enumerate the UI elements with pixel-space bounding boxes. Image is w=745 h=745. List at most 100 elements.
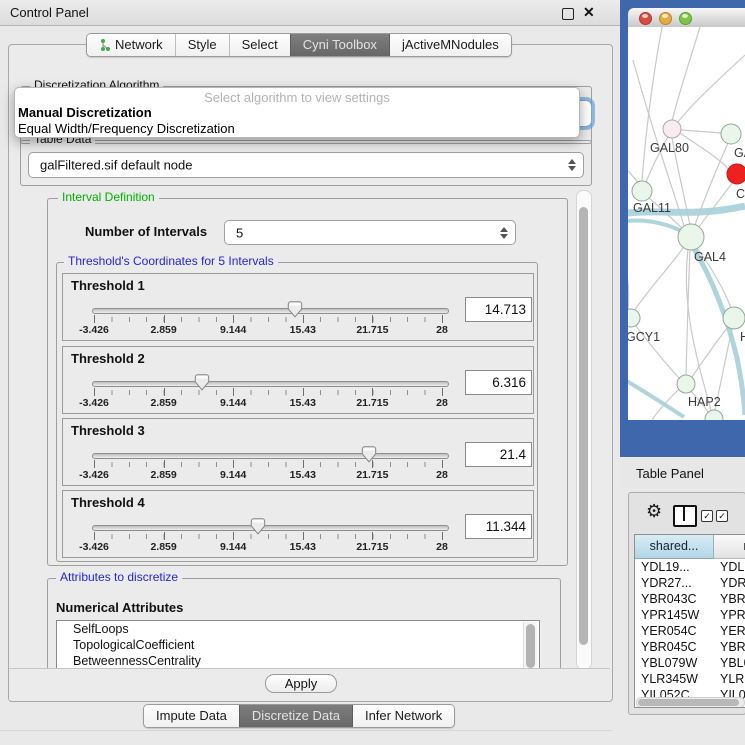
apply-button[interactable]: Apply: [265, 674, 337, 693]
threshold-label: Threshold 1: [71, 278, 145, 293]
tab-network[interactable]: Network: [87, 34, 175, 56]
threshold-value-field[interactable]: 21.4: [465, 442, 532, 467]
slider-thumb[interactable]: [361, 446, 377, 463]
network-node-c[interactable]: [727, 164, 745, 184]
network-canvas[interactable]: GAL80GACGAL11GAL4GCY1HHAP2: [628, 27, 745, 420]
slider-tick-label: 28: [412, 397, 472, 409]
network-window-titlebar[interactable]: [628, 8, 745, 28]
attributes-list-scrollbar-thumb[interactable]: [526, 624, 535, 668]
close-icon[interactable]: ✕: [583, 4, 595, 21]
table-row[interactable]: YBR043CYBR0: [635, 591, 745, 607]
minimize-traffic-light[interactable]: [659, 12, 672, 25]
network-edge: [628, 247, 629, 310]
tab-impute-data[interactable]: Impute Data: [144, 705, 239, 727]
network-node-hap2[interactable]: [677, 375, 695, 393]
threshold-panel-2: Threshold 2-3.4262.8599.14415.4321.71528…: [62, 346, 534, 414]
table-panel-header: Table Panel: [620, 458, 745, 488]
table-row[interactable]: YER054CYER0: [635, 623, 745, 639]
slider-track[interactable]: [92, 453, 449, 459]
cell-shared-name: YER054C: [641, 623, 697, 639]
slider-thumb[interactable]: [194, 374, 210, 391]
table-row[interactable]: YBR045CYBR0: [635, 639, 745, 655]
slider-track[interactable]: [92, 381, 449, 387]
threshold-value-field[interactable]: 11.344: [465, 514, 532, 539]
slider-tick-label: 15.43: [273, 541, 333, 553]
table-row[interactable]: YDL19...YDL1: [635, 559, 745, 575]
table-row[interactable]: YDR27...YDR2: [635, 575, 745, 591]
slider-tick-label: 28: [412, 324, 472, 336]
attribute-item-selfloops[interactable]: SelfLoops: [57, 621, 539, 637]
slider-track[interactable]: [92, 525, 449, 531]
dropdown-option-manual[interactable]: Manual Discretization: [18, 105, 152, 120]
table-data-combobox[interactable]: galFiltered.sif default node: [28, 152, 584, 178]
checkbox-checked-icon[interactable]: ✓: [701, 510, 713, 522]
attribute-item-betweennesscentrality[interactable]: BetweennessCentrality: [57, 653, 539, 669]
slider-tick-label: 2.859: [134, 397, 194, 409]
gear-icon[interactable]: ⚙: [646, 502, 662, 520]
zoom-traffic-light[interactable]: [679, 12, 692, 25]
tab-label: Cyni Toolbox: [303, 37, 377, 52]
table-row[interactable]: YPR145WYPR1: [635, 607, 745, 623]
network-node-gcy1[interactable]: [628, 309, 640, 327]
slider-major-tick: [94, 460, 95, 468]
slider-major-tick: [94, 532, 95, 540]
tab-label: Select: [242, 37, 278, 52]
column-header-name[interactable]: name: [714, 535, 745, 559]
network-edge-thick: [628, 377, 684, 417]
slider-major-tick: [94, 315, 95, 323]
slider-track[interactable]: [92, 308, 449, 314]
tab-select[interactable]: Select: [229, 34, 290, 56]
threshold-panel-4: Threshold 4-3.4262.8599.14415.4321.71528…: [62, 490, 534, 558]
threshold-panel-3: Threshold 3-3.4262.8599.14415.4321.71528…: [62, 418, 534, 486]
column-header-shared-name[interactable]: shared...: [635, 535, 714, 559]
tab-style[interactable]: Style: [175, 34, 229, 56]
attribute-item-topologicalcoefficient[interactable]: TopologicalCoefficient: [57, 637, 539, 653]
network-node-gal80[interactable]: [663, 120, 681, 138]
threshold-value-field[interactable]: 6.316: [465, 370, 532, 395]
slider-thumb[interactable]: [287, 301, 303, 318]
split-columns-icon[interactable]: [673, 505, 697, 527]
table-row[interactable]: YLR345WYLR3: [635, 671, 745, 687]
network-node-gal11[interactable]: [632, 181, 652, 201]
num-intervals-combobox[interactable]: 5: [224, 220, 516, 245]
tab-jactivemnodules[interactable]: jActiveMNodules: [389, 34, 511, 56]
tab-cyni-toolbox[interactable]: Cyni Toolbox: [290, 34, 389, 56]
slider-tick-label: 28: [412, 469, 472, 481]
cell-name: YPR1: [720, 607, 745, 623]
network-node-ga[interactable]: [721, 124, 741, 144]
table-hscrollbar-thumb[interactable]: [638, 699, 739, 706]
slider-tick-label: 9.144: [203, 397, 263, 409]
network-node-gal4[interactable]: [678, 224, 704, 250]
tab-infer-network[interactable]: Infer Network: [352, 705, 454, 727]
numerical-attributes-list[interactable]: SelfLoopsTopologicalCoefficientBetweenne…: [56, 620, 540, 675]
attributes-list-scrollbar[interactable]: [523, 622, 537, 672]
network-node-h[interactable]: [723, 307, 745, 329]
settings-scrollbar-thumb[interactable]: [579, 207, 588, 645]
tab-label: Discretize Data: [252, 708, 340, 723]
cell-name: YLR3: [720, 671, 745, 687]
table-hscrollbar[interactable]: [636, 697, 745, 708]
slider-major-tick: [233, 460, 234, 468]
float-window-icon[interactable]: [562, 8, 574, 20]
table-panel: ⚙ ✓ ✓ shared... name YDL19...YDL1YDR27..…: [628, 492, 745, 715]
slider-major-tick: [303, 460, 304, 468]
slider-tick-label: 28: [412, 541, 472, 553]
dropdown-option-equal-width[interactable]: Equal Width/Frequency Discretization: [18, 121, 235, 136]
stepper-icon: [499, 226, 508, 240]
slider-major-tick: [442, 315, 443, 323]
node-label: GAL11: [633, 201, 671, 215]
slider-minor-ticks: [94, 462, 443, 467]
panel-title: Control Panel: [10, 5, 89, 20]
checkbox-checked-icon[interactable]: ✓: [716, 510, 728, 522]
close-traffic-light[interactable]: [639, 12, 652, 25]
table-row[interactable]: YBL079WYBL0: [635, 655, 745, 671]
settings-scrollbar[interactable]: [576, 190, 592, 670]
cell-shared-name: YBR043C: [641, 591, 697, 607]
tab-discretize-data[interactable]: Discretize Data: [239, 705, 352, 727]
threshold-value-field[interactable]: 14.713: [465, 297, 532, 322]
slider-minor-ticks: [94, 317, 443, 322]
network-edge: [635, 247, 684, 310]
slider-thumb[interactable]: [250, 518, 266, 535]
network-edge: [681, 130, 721, 133]
slider-tick-label: 9.144: [203, 469, 263, 481]
